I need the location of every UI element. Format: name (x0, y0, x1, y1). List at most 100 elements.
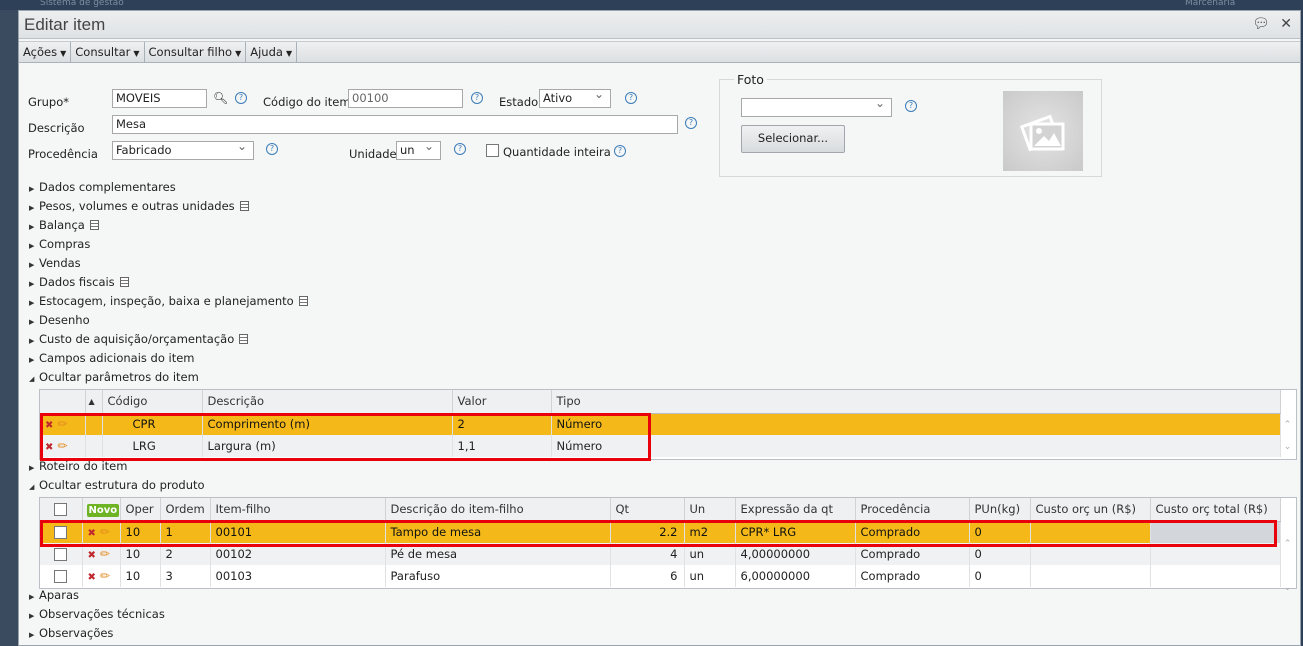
section-item[interactable]: ▶ Observações técnicas (29, 607, 165, 621)
cell-valor: 2 (452, 413, 552, 435)
cell-custo-total (1150, 521, 1281, 543)
quantidade-inteira-checkbox[interactable] (486, 144, 499, 157)
document-icon (239, 201, 249, 211)
section-item[interactable]: ▶ Vendas (29, 256, 81, 270)
foto-select[interactable] (741, 95, 892, 117)
delete-icon[interactable]: ✖ (88, 572, 96, 583)
selecionar-button[interactable]: Selecionar... (741, 125, 845, 153)
caret-down-icon: ▼ (285, 49, 293, 58)
col-ordem[interactable]: Ordem (160, 498, 211, 522)
edit-pencil-icon[interactable]: ✏︎ (57, 417, 67, 431)
cell-tipo: Número (551, 413, 1281, 435)
menu-acoes[interactable]: Ações ▼ (19, 42, 72, 63)
params-grid: ▲ Código Descrição Valor Tipo ✖ ✏︎ CPR Co… (39, 389, 1297, 460)
estado-select[interactable]: Ativo (539, 86, 611, 108)
descricao-input[interactable]: Mesa (112, 115, 678, 134)
help-icon[interactable]: ? (471, 92, 483, 104)
help-icon[interactable]: ? (266, 143, 278, 155)
caret-down-icon: ▼ (235, 49, 242, 58)
menu-ajuda[interactable]: Ajuda ▼ (246, 42, 298, 63)
col-descricao[interactable]: Descrição do item-filho (385, 498, 611, 522)
section-roteiro[interactable]: ▶ Roteiro do item (29, 459, 127, 473)
section-label: Custo de aquisição/orçamentação (39, 332, 235, 346)
section-item[interactable]: ▶ Desenho (29, 313, 90, 327)
search-icon[interactable]: 🔍︎ (213, 91, 228, 105)
col-tipo[interactable]: Tipo (551, 390, 1281, 414)
section-estrutura[interactable]: ◢ Ocultar estrutura do produto (29, 478, 205, 492)
delete-icon[interactable]: ✖ (88, 528, 96, 539)
section-item[interactable]: ▶ Estocagem, inspeção, baixa e planejamen… (29, 294, 308, 308)
help-icon[interactable]: ? (235, 92, 247, 104)
unidade-select[interactable]: un (396, 138, 441, 160)
section-item[interactable]: ▶ Dados complementares (29, 180, 176, 194)
triangle-right-icon: ▶ (29, 356, 35, 364)
triangle-right-icon: ▶ (29, 593, 35, 601)
table-row[interactable]: ✖ ✏︎ 10 3 00103 Parafuso 6 un 6,00000000 Comprado… (40, 565, 1281, 587)
menu-consultar[interactable]: Consultar ▼ (71, 42, 145, 63)
cell-item: 00102 (210, 543, 386, 565)
background-app-title: Sistema de gestão (40, 0, 124, 8)
delete-icon[interactable]: ✖ (88, 550, 96, 561)
novo-button[interactable]: Novo (86, 504, 120, 518)
row-checkbox[interactable] (54, 570, 67, 583)
row-checkbox[interactable] (54, 548, 67, 561)
help-icon[interactable]: ? (625, 92, 637, 104)
cell-pun: 0 (969, 565, 1031, 587)
section-item[interactable]: ▶ Dados fiscais (29, 275, 129, 289)
col-expressao[interactable]: Expressão da qt (735, 498, 856, 522)
table-row[interactable]: ✖ ✏︎ 10 2 00102 Pé de mesa 4 un 4,00000000 Compra… (40, 543, 1281, 565)
col-codigo[interactable]: Código (102, 390, 203, 414)
col-actions (40, 390, 86, 414)
menu-consultar-filho[interactable]: Consultar filho ▼ (145, 42, 247, 63)
edit-pencil-icon[interactable]: ✏︎ (100, 525, 110, 539)
col-custo-un[interactable]: Custo orç un (R$) (1030, 498, 1151, 522)
section-item[interactable]: ▶ Balança (29, 218, 99, 232)
col-custo-total[interactable]: Custo orç total (R$) (1150, 498, 1281, 522)
section-item[interactable]: ▶ Observações (29, 626, 113, 640)
row-checkbox[interactable] (54, 526, 67, 540)
col-un[interactable]: Un (684, 498, 736, 522)
cell-item: 00101 (210, 521, 386, 543)
cell-codigo: CPR (102, 413, 203, 435)
section-item[interactable]: ▶ Aparas (29, 588, 79, 602)
select-all-checkbox[interactable] (54, 503, 67, 517)
help-icon[interactable]: ? (614, 145, 626, 157)
section-item[interactable]: ▶ Compras (29, 237, 90, 251)
grupo-input[interactable]: MOVEIS (112, 89, 207, 108)
table-row[interactable]: ✖ ✏︎ 10 1 00101 Tampo de mesa 2.2 m2 CPR* LRG Com… (40, 521, 1281, 543)
triangle-right-icon: ▶ (29, 299, 35, 307)
background-company: Marcenaria (1185, 0, 1236, 8)
col-procedencia[interactable]: Procedência (855, 498, 970, 522)
table-row[interactable]: ✖ ✏︎ LRG Largura (m) 1,1 Número (40, 435, 1281, 457)
help-icon[interactable]: ? (685, 117, 697, 129)
scrollbar[interactable]: ⌃ ⌄ (1279, 522, 1296, 593)
procedencia-select[interactable]: Fabricado (112, 138, 254, 160)
section-item[interactable]: ▶ Campos adicionais do item (29, 351, 195, 365)
col-pun[interactable]: PUn(kg) (969, 498, 1031, 522)
section-item[interactable]: ▶ Custo de aquisição/orçamentação (29, 332, 249, 346)
close-icon[interactable]: ✕ (1280, 16, 1292, 32)
sort-asc-icon[interactable]: ▲ (85, 390, 103, 414)
comment-icon[interactable]: 💬︎ (1252, 16, 1270, 32)
select-all-header[interactable] (40, 498, 83, 522)
delete-icon[interactable]: ✖ (45, 442, 53, 453)
delete-icon[interactable]: ✖ (45, 420, 53, 431)
col-qt[interactable]: Qt (610, 498, 685, 522)
edit-item-dialog: Editar item 💬︎ ✕ Ações ▼ Consultar ▼ Consu… (18, 10, 1301, 646)
help-icon[interactable]: ? (905, 100, 917, 112)
codigo-input[interactable]: 00100 (348, 89, 463, 108)
edit-pencil-icon[interactable]: ✏︎ (100, 569, 110, 583)
section-label: Pesos, volumes e outras unidades (39, 199, 235, 213)
col-item-filho[interactable]: Item-filho (210, 498, 386, 522)
edit-pencil-icon[interactable]: ✏︎ (57, 439, 67, 453)
section-label: Aparas (39, 588, 79, 602)
col-oper[interactable]: Oper (120, 498, 161, 522)
section-item[interactable]: ▶ Pesos, volumes e outras unidades (29, 199, 249, 213)
scrollbar[interactable]: ⌃ ⌄ (1279, 414, 1296, 459)
section-parametros[interactable]: ◢ Ocultar parâmetros do item (29, 370, 199, 384)
edit-pencil-icon[interactable]: ✏︎ (100, 547, 110, 561)
help-icon[interactable]: ? (454, 143, 466, 155)
table-row[interactable]: ✖ ✏︎ CPR Comprimento (m) 2 Número (40, 413, 1281, 435)
col-descricao[interactable]: Descrição (202, 390, 453, 414)
col-valor[interactable]: Valor (452, 390, 552, 414)
